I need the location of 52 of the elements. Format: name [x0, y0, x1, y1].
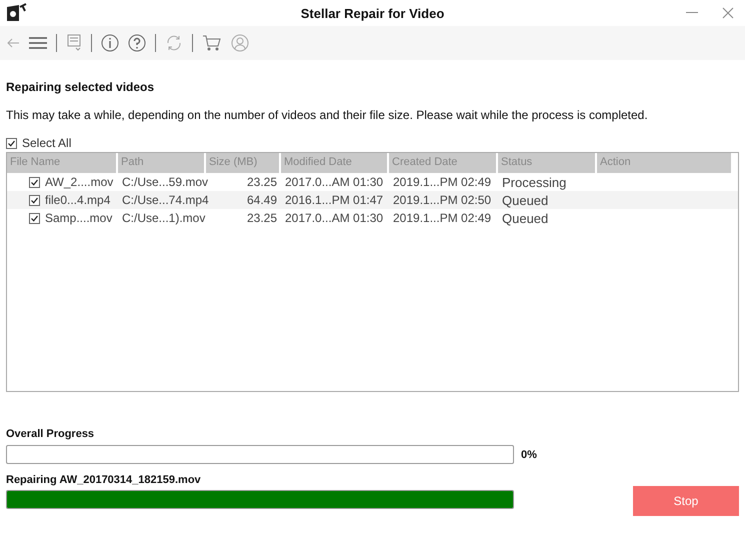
cart-icon[interactable] [202, 34, 222, 52]
description-text: This may take a while, depending on the number of videos and their file size. Please wait while the process is completed. [6, 108, 649, 122]
column-header[interactable]: Action [597, 153, 733, 173]
progress-percent: 0% [521, 448, 537, 460]
back-icon[interactable] [6, 37, 20, 49]
table-cell: 2017.0...AM 01:30 [285, 211, 384, 225]
checkmark-icon [31, 214, 38, 222]
user-icon[interactable] [231, 34, 249, 52]
column-header[interactable]: File Name [7, 153, 118, 173]
current-file-label: Repairing AW_20170314_182159.mov [6, 474, 202, 486]
column-header[interactable]: Created Date [389, 153, 498, 173]
close-icon [722, 7, 734, 19]
column-header[interactable]: Path [118, 153, 206, 173]
table-cell: C:/Use...1).mov [122, 211, 206, 225]
table-cell: 23.25 [246, 211, 277, 225]
select-all-checkbox[interactable]: Select All [6, 136, 72, 150]
document-icon[interactable] [66, 34, 82, 52]
row-checkbox[interactable] [29, 194, 40, 206]
checkmark-icon [31, 196, 38, 204]
row-checkbox[interactable] [29, 176, 40, 188]
column-header[interactable]: Size (MB) [206, 153, 281, 173]
row-checkbox[interactable] [29, 212, 40, 224]
table-cell: C:/Use...59.mov [122, 175, 208, 189]
stop-button[interactable]: Stop [633, 486, 739, 516]
info-icon[interactable] [101, 34, 119, 52]
table-cell: Queued [502, 210, 548, 226]
section-heading: Repairing selected videos [6, 80, 156, 94]
table-row[interactable]: file0...4.mp4 C:/Use...74.mp4 64.49 2016.1...PM 01:47 2019.1...PM 02:50 Queued [7, 191, 738, 209]
table-cell: file0...4.mp4 [45, 193, 110, 207]
window-title: Stellar Repair for Video [300, 6, 444, 20]
table-cell: Queued [502, 192, 548, 208]
overall-progress-label: Overall Progress [6, 428, 96, 440]
table-cell: 64.49 [246, 193, 277, 207]
table-cell: AW_2....mov [45, 175, 114, 189]
help-icon[interactable] [128, 34, 146, 52]
table-cell: 2019.1...PM 02:49 [393, 211, 492, 225]
refresh-icon[interactable] [165, 34, 183, 52]
table-cell: 2017.0...AM 01:30 [285, 175, 384, 189]
column-header[interactable]: Modified Date [281, 153, 389, 173]
column-header[interactable]: Status [498, 153, 597, 173]
table-cell: Processing [502, 174, 566, 190]
menu-icon[interactable] [29, 37, 47, 49]
checkmark-icon [8, 140, 15, 146]
table-cell: Samp....mov [45, 211, 112, 225]
table-cell: 2019.1...PM 02:50 [393, 193, 492, 207]
logo-icon [6, 3, 28, 23]
table-cell: 2019.1...PM 02:49 [393, 175, 492, 189]
table-cell: 23.25 [246, 175, 277, 189]
minimize-icon [686, 12, 698, 14]
table-cell: 2016.1...PM 01:47 [285, 193, 384, 207]
table-cell: C:/Use...74.mp4 [122, 193, 209, 207]
checkmark-icon [31, 178, 38, 186]
